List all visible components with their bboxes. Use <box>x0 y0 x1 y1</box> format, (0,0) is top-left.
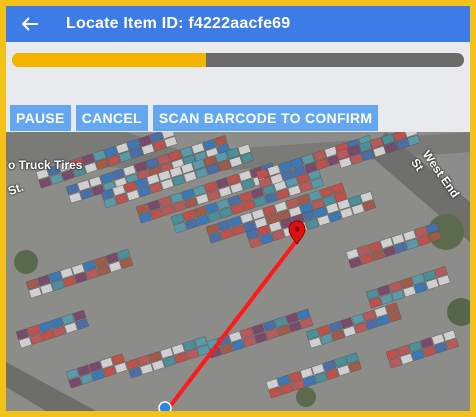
progress-fill <box>12 53 207 67</box>
map-label-truck-tires: o Truck Tires <box>8 158 83 172</box>
pause-button[interactable]: PAUSE <box>10 105 71 131</box>
arrow-left-icon <box>21 17 38 31</box>
app-frame: Locate Item ID: f4222aacfe69 PAUSE CANCE… <box>6 6 470 411</box>
back-button[interactable] <box>12 6 48 42</box>
blue-location-dot-icon <box>158 401 172 411</box>
map-canvas <box>6 132 470 411</box>
toolbar: PAUSE CANCEL SCAN BARCODE TO CONFIRM <box>10 105 379 131</box>
satellite-map[interactable]: o Truck Tires St. West End St <box>6 132 470 411</box>
scan-barcode-button[interactable]: SCAN BARCODE TO CONFIRM <box>152 105 379 131</box>
progress-bar <box>12 53 464 67</box>
cancel-button[interactable]: CANCEL <box>75 105 148 131</box>
app-bar: Locate Item ID: f4222aacfe69 <box>6 6 470 42</box>
page-title: Locate Item ID: f4222aacfe69 <box>66 15 291 32</box>
